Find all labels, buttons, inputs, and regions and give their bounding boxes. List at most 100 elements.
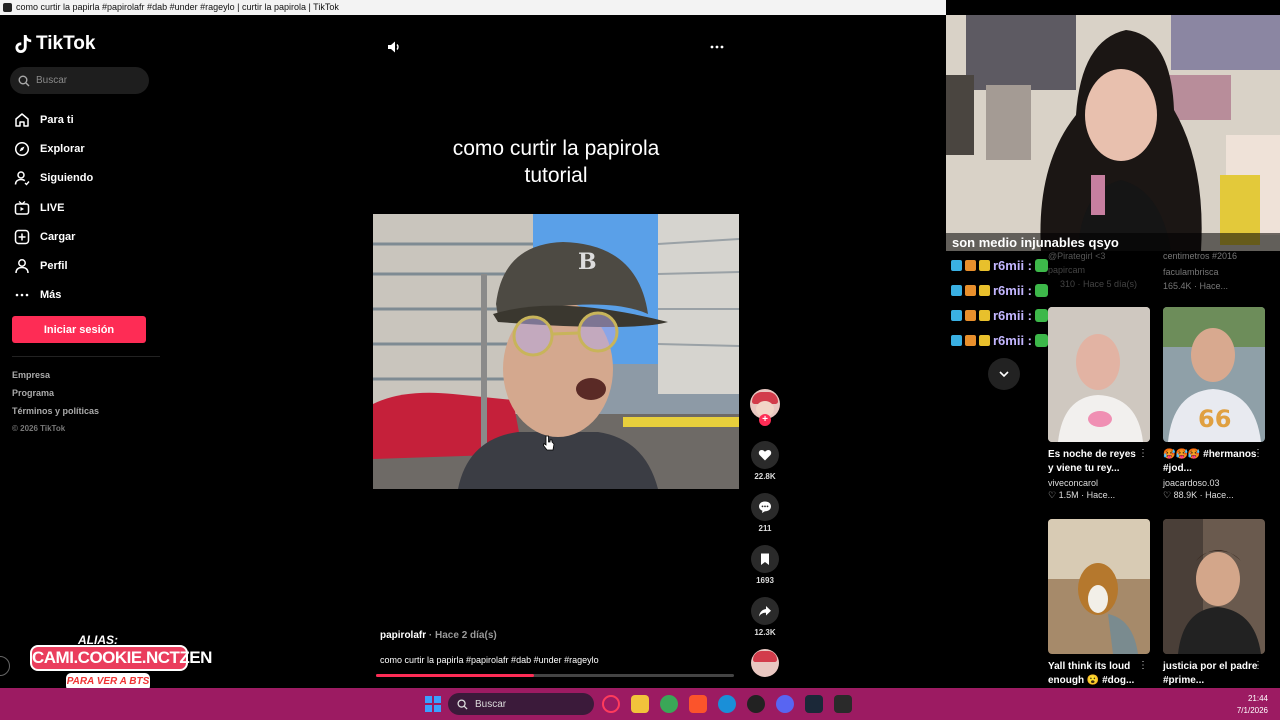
rec-thumbnail[interactable]: [1048, 519, 1150, 654]
video-overlay-title: como curtir la papirola tutorial: [373, 135, 739, 189]
volume-icon[interactable]: [386, 39, 402, 55]
home-icon: [15, 112, 29, 127]
chat-emote-icon: [1035, 284, 1049, 297]
nav-item-siguiendo[interactable]: Siguiendo: [14, 164, 93, 193]
taskbar-search[interactable]: Buscar: [448, 693, 594, 715]
video-progress-bar[interactable]: [376, 674, 734, 677]
chat-username[interactable]: r6mii :: [993, 333, 1032, 348]
ccleaner-icon[interactable]: [718, 695, 736, 713]
sidebar-divider: [12, 356, 160, 357]
comment-count: 211: [758, 524, 772, 533]
sub-badge-icon: [965, 335, 976, 346]
obs-icon[interactable]: [747, 695, 765, 713]
window-title: como curtir la papirla #papirolafr #dab …: [16, 2, 339, 12]
sidebar-nav: Para ti Explorar Siguiendo LIVE Cargar P…: [14, 105, 93, 310]
opera-icon[interactable]: [602, 695, 620, 713]
more-dots-icon: [15, 294, 29, 297]
brave-icon[interactable]: [689, 695, 707, 713]
rec-author[interactable]: joacardoso.03: [1163, 478, 1265, 488]
streamer-webcam: [946, 15, 1280, 251]
rec-stats: ♡ 88.9K · Hace...: [1163, 490, 1234, 500]
chrome-icon[interactable]: [660, 695, 678, 713]
windows-taskbar: Buscar 21:44 7/1/2026: [0, 688, 1280, 720]
profile-icon: [15, 259, 29, 274]
like-button[interactable]: [751, 441, 779, 469]
streamer-alias-overlay: CAMI.COOKIE.NCTZEN ALIAS: PARA VER A BTS: [30, 633, 212, 695]
comment-action[interactable]: 211: [751, 493, 779, 533]
nav-label: Siguiendo: [40, 172, 94, 185]
video-title-line-1: como curtir la papirola: [452, 137, 660, 160]
search-icon: [457, 698, 468, 710]
comment-button[interactable]: [751, 493, 779, 521]
footer-link-empresa[interactable]: Empresa: [12, 370, 99, 388]
rec-card[interactable]: Yall think its loud enough 😮 #dog... ⋮: [1048, 519, 1150, 688]
footer-link-terminos[interactable]: Términos y políticas: [12, 406, 99, 424]
taskbar-clock[interactable]: 21:44 7/1/2026: [1237, 693, 1268, 717]
video-frame[interactable]: B: [373, 214, 739, 489]
share-arrow-icon: [759, 606, 771, 617]
rec-more-icon[interactable]: ⋮: [1253, 448, 1263, 459]
rec-partial-author-right: faculambrisca: [1163, 267, 1219, 277]
rec-more-icon[interactable]: ⋮: [1138, 660, 1148, 671]
rec-thumbnail[interactable]: [1048, 307, 1150, 442]
save-action[interactable]: 1693: [751, 545, 779, 585]
follow-plus-button[interactable]: +: [759, 414, 771, 426]
chat-username[interactable]: r6mii :: [993, 308, 1032, 323]
bookmark-icon: [761, 553, 769, 565]
left-edge-button[interactable]: [0, 656, 10, 676]
verified-badge-icon: [951, 310, 962, 321]
nav-item-perfil[interactable]: Perfil: [14, 251, 93, 280]
rec-author[interactable]: viveconcarol: [1048, 478, 1150, 488]
steam-icon[interactable]: [805, 695, 823, 713]
discord-icon[interactable]: [776, 695, 794, 713]
save-count: 1693: [756, 576, 774, 585]
clock-date: 7/1/2026: [1236, 706, 1268, 715]
rec-card[interactable]: 66 🥵🥵🥵 #hermanos #jod... joacardoso.03 ♡…: [1163, 307, 1265, 501]
nav-item-explorar[interactable]: Explorar: [14, 134, 93, 163]
compass-icon: [14, 141, 30, 156]
taskbar-search-label: Buscar: [475, 698, 507, 710]
rec-card[interactable]: justicia por el padre #prime... ⋮: [1163, 519, 1265, 688]
following-icon: [14, 171, 30, 186]
heart-icon: [758, 449, 772, 461]
login-button[interactable]: Iniciar sesión: [12, 316, 146, 343]
search-input[interactable]: [36, 75, 136, 86]
author-name[interactable]: papirolafr: [380, 630, 426, 641]
next-video-avatar[interactable]: [751, 649, 779, 677]
streamer-alias-name: CAMI.COOKIE.NCTZEN: [30, 645, 212, 671]
chat-username[interactable]: r6mii :: [993, 283, 1032, 298]
scroll-down-button[interactable]: [988, 358, 1020, 390]
like-action[interactable]: 22.8K: [751, 441, 779, 481]
nav-item-cargar[interactable]: Cargar: [14, 222, 93, 251]
video-title-line-2: tutorial: [524, 164, 588, 187]
epic-games-icon[interactable]: [834, 695, 852, 713]
tiktok-logo[interactable]: TikTok: [15, 33, 95, 55]
avatar-cap: [753, 651, 777, 662]
nav-item-para-ti[interactable]: Para ti: [14, 105, 93, 134]
taskbar-apps: [602, 695, 852, 713]
rec-more-icon[interactable]: ⋮: [1138, 448, 1148, 459]
svg-text:66: 66: [1198, 405, 1231, 433]
nav-item-live[interactable]: LIVE: [14, 193, 93, 222]
share-button[interactable]: [751, 597, 779, 625]
save-button[interactable]: [751, 545, 779, 573]
footer-link-programa[interactable]: Programa: [12, 388, 99, 406]
rec-thumbnail-image: [1048, 519, 1150, 654]
rec-partial-title-left: @Pirategirl <3: [1048, 251, 1106, 261]
file-explorer-icon[interactable]: [631, 695, 649, 713]
rec-thumbnail-image: 66: [1163, 307, 1265, 442]
chat-username[interactable]: r6mii :: [993, 258, 1032, 273]
search-box[interactable]: [10, 67, 149, 94]
crown-badge-icon: [979, 310, 990, 321]
windows-start-icon[interactable]: [425, 696, 441, 712]
more-options-icon[interactable]: [709, 39, 725, 55]
rec-thumbnail[interactable]: 66: [1163, 307, 1265, 442]
rec-thumbnail[interactable]: [1163, 519, 1265, 654]
rec-stats: ♡ 1.5M · Hace...: [1048, 490, 1116, 500]
rec-card[interactable]: Es noche de reyes y viene tu rey... vive…: [1048, 307, 1150, 501]
rec-more-icon[interactable]: ⋮: [1253, 660, 1263, 671]
share-action[interactable]: 12.3K: [751, 597, 779, 637]
rec-partial-stats-right: 165.4K · Hace...: [1163, 281, 1229, 291]
chat-emote-icon: [1035, 334, 1049, 347]
nav-item-mas[interactable]: Más: [14, 281, 93, 310]
